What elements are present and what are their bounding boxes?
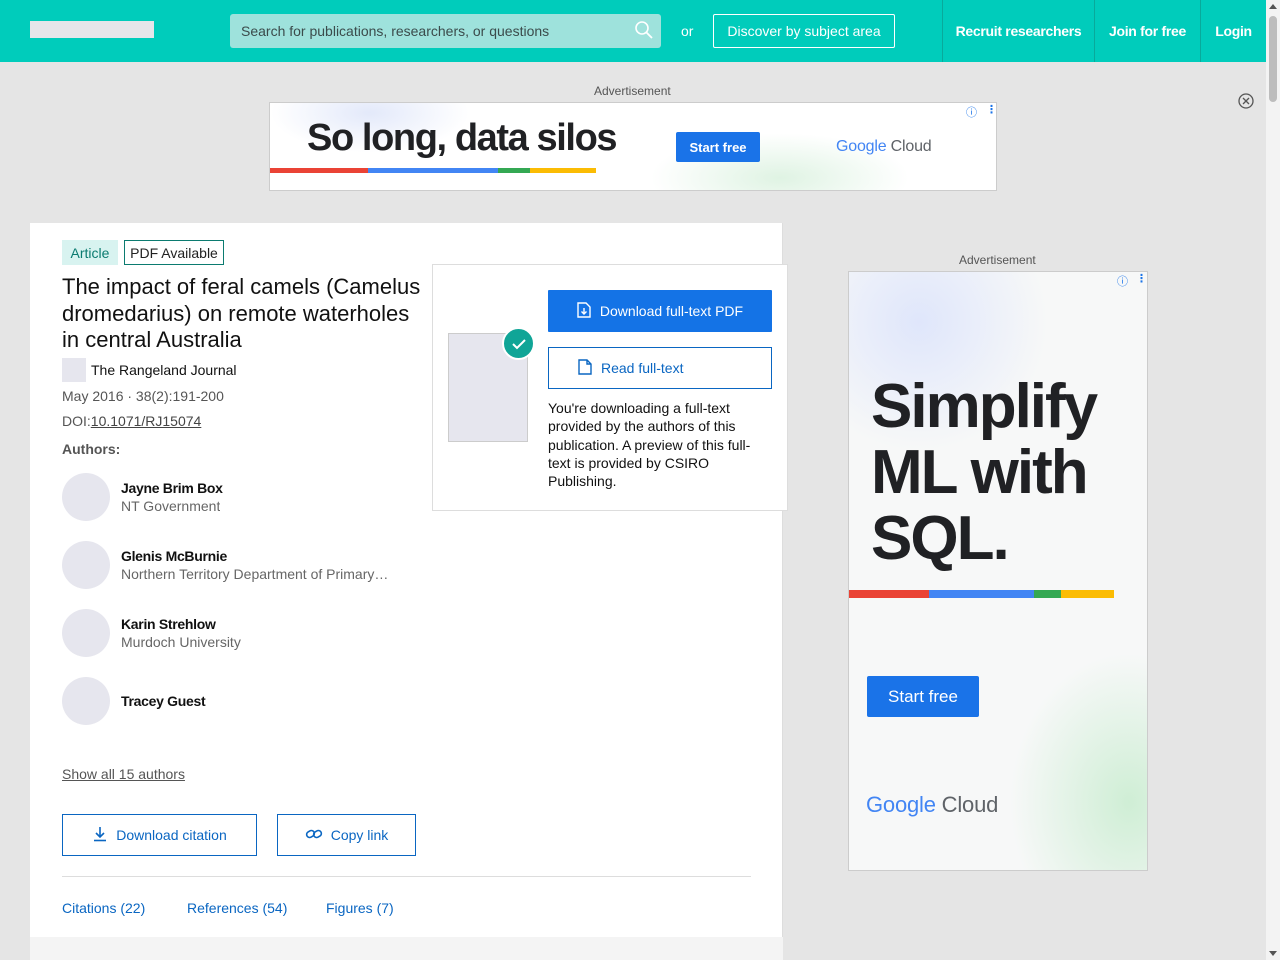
search-icon[interactable] [634, 20, 654, 40]
tab-references[interactable]: References (54) [187, 900, 287, 916]
journal-thumbnail [62, 358, 86, 382]
author-avatar[interactable] [62, 541, 110, 589]
google-color-bar [849, 590, 1114, 598]
download-citation-button[interactable]: Download citation [62, 814, 257, 856]
site-logo[interactable] [30, 21, 154, 38]
discover-subject-button[interactable]: Discover by subject area [713, 14, 895, 48]
page-scrollbar[interactable] [1266, 0, 1280, 960]
file-icon [578, 358, 592, 378]
google-cloud-logo: Google Cloud [866, 792, 999, 817]
download-icon [92, 826, 108, 845]
ad-menu-icon[interactable]: ⋮ [986, 103, 996, 116]
login-link[interactable]: Login [1200, 0, 1266, 62]
check-icon [502, 327, 535, 360]
scroll-down-arrow-icon[interactable] [1269, 951, 1277, 956]
scroll-up-arrow-icon[interactable] [1269, 4, 1277, 9]
ad-info-icon[interactable]: ⓘ [966, 104, 977, 120]
scrollbar-thumb[interactable] [1269, 16, 1277, 102]
download-fulltext-pdf-button[interactable]: Download full-text PDF [548, 290, 772, 332]
publication-meta: May 2016 · 38(2):191-200 [62, 388, 224, 404]
journal-name[interactable]: The Rangeland Journal [91, 362, 237, 378]
ad-top-headline: So long, data silos [307, 117, 618, 159]
author-avatar[interactable] [62, 677, 110, 725]
top-banner-ad[interactable]: So long, data silos Start free Google Cl… [269, 102, 997, 191]
author-item[interactable]: Jayne Brim Box NT Government [62, 473, 402, 521]
ad-info-icon[interactable]: ⓘ [1117, 273, 1128, 289]
recruit-researchers-link[interactable]: Recruit researchers [942, 0, 1094, 62]
author-avatar[interactable] [62, 609, 110, 657]
doi-link[interactable]: 10.1071/RJ15074 [91, 413, 202, 429]
author-affiliation: NT Government [121, 498, 221, 514]
authors-label: Authors: [62, 441, 121, 457]
ad-top-start-free-button[interactable]: Start free [676, 132, 760, 162]
copy-link-button[interactable]: Copy link [277, 814, 416, 856]
author-affiliation: Murdoch University [121, 634, 241, 650]
ad-label-side: Advertisement [959, 253, 1036, 267]
top-header: or Discover by subject area Recruit rese… [0, 0, 1266, 62]
search-box[interactable] [230, 14, 661, 48]
ad-side-start-free-button[interactable]: Start free [867, 676, 979, 717]
author-name[interactable]: Tracey Guest [121, 693, 206, 709]
tab-figures[interactable]: Figures (7) [326, 900, 394, 916]
article-type-badge: Article [62, 240, 118, 265]
google-color-bar [270, 168, 596, 173]
search-input[interactable] [230, 14, 630, 48]
link-icon [305, 826, 323, 845]
join-for-free-link[interactable]: Join for free [1094, 0, 1200, 62]
ad-menu-icon[interactable]: ⋮ [1136, 272, 1147, 285]
pdf-available-badge: PDF Available [124, 240, 224, 265]
article-title: The impact of feral camels (Camelus drom… [62, 274, 421, 352]
author-item[interactable]: Tracey Guest [62, 677, 402, 725]
author-name[interactable]: Glenis McBurnie [121, 548, 227, 564]
or-text: or [681, 23, 694, 39]
doi: DOI:10.1071/RJ15074 [62, 413, 202, 429]
read-fulltext-button[interactable]: Read full-text [548, 347, 772, 389]
tab-citations[interactable]: Citations (22) [62, 900, 145, 916]
author-item[interactable]: Karin Strehlow Murdoch University [62, 609, 402, 657]
author-name[interactable]: Karin Strehlow [121, 616, 216, 632]
ad-side-headline: Simplify ML with SQL. [871, 372, 1098, 573]
author-affiliation: Northern Territory Department of Primary… [121, 566, 391, 582]
author-item[interactable]: Glenis McBurnie Northern Territory Depar… [62, 541, 402, 589]
tabs-divider [62, 876, 751, 877]
close-ad-icon[interactable] [1238, 93, 1254, 109]
file-download-icon [577, 301, 591, 321]
side-skyscraper-ad[interactable]: Simplify ML with SQL. Start free Google … [848, 271, 1148, 871]
ad-label-top: Advertisement [594, 84, 671, 98]
show-all-authors-link[interactable]: Show all 15 authors [62, 766, 185, 782]
author-name[interactable]: Jayne Brim Box [121, 480, 223, 496]
download-note: You're downloading a full-text provided … [548, 400, 751, 490]
author-avatar[interactable] [62, 473, 110, 521]
card-footer-strip [30, 937, 783, 960]
google-cloud-logo: Google Cloud [836, 138, 932, 155]
